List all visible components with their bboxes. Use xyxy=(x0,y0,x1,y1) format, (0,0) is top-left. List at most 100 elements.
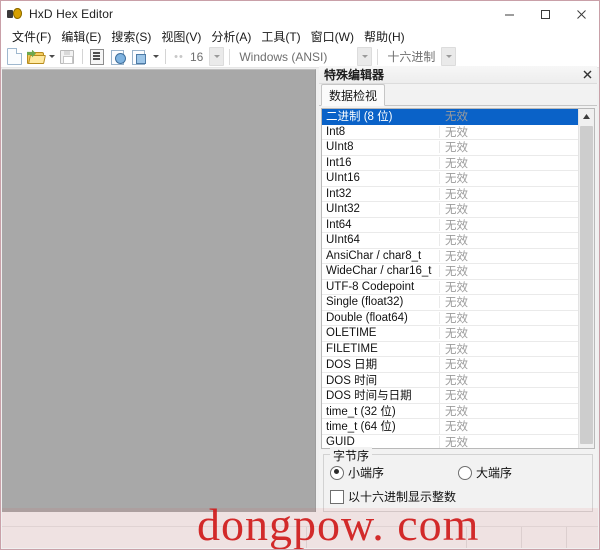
table-row[interactable]: Single (float32) 无效 xyxy=(322,295,578,311)
scrollbar-thumb[interactable] xyxy=(580,126,593,444)
inspector-value[interactable]: 无效 xyxy=(440,387,578,403)
inspector-value[interactable]: 无效 xyxy=(440,248,578,264)
minimize-button[interactable] xyxy=(491,1,527,27)
table-row[interactable]: UTF-8 Codepoint 无效 xyxy=(322,279,578,295)
bytes-per-row-dropdown-button[interactable] xyxy=(209,47,225,66)
offset-base-combo[interactable]: 十六进制 xyxy=(383,47,457,66)
table-row[interactable]: time_t (64 位) 无效 xyxy=(322,418,578,435)
open-file-button[interactable] xyxy=(25,47,46,67)
open-disk-button[interactable] xyxy=(108,47,128,67)
hex-view-button[interactable] xyxy=(87,47,107,67)
maximize-button[interactable] xyxy=(527,1,563,27)
offset-base-dropdown-button[interactable] xyxy=(441,47,457,66)
chevron-down-icon xyxy=(48,55,55,58)
menu-edit[interactable]: 编辑(E) xyxy=(56,27,106,47)
table-row[interactable]: WideChar / char16_t 无效 xyxy=(322,264,578,280)
menu-search[interactable]: 搜索(S) xyxy=(106,27,156,47)
menu-analysis[interactable]: 分析(A) xyxy=(206,27,256,47)
radio-big-endian[interactable]: 大端序 xyxy=(458,464,586,481)
data-inspector-list: 二进制 (8 位) 无效 Int8 无效 UInt8 无效 Int16 无效 UInt16 无效 I… xyxy=(321,108,595,449)
inspector-value[interactable]: 无效 xyxy=(440,155,578,171)
new-page-icon xyxy=(6,48,22,65)
inspector-value[interactable]: 无效 xyxy=(440,186,578,202)
status-cell-length xyxy=(467,527,522,548)
menu-window[interactable]: 窗口(W) xyxy=(306,27,359,47)
window-title: HxD Hex Editor xyxy=(29,7,114,21)
inspector-type-label: Single (float32) xyxy=(322,296,440,309)
table-row[interactable]: OLETIME 无效 xyxy=(322,326,578,342)
inspector-value[interactable]: 无效 xyxy=(440,356,578,372)
bytes-per-row-combo[interactable]: 16 xyxy=(186,47,208,66)
checkbox-hex-integers-label: 以十六进制显示整数 xyxy=(348,490,457,504)
table-row[interactable]: DOS 日期 无效 xyxy=(322,356,578,373)
inspector-type-label: FILETIME xyxy=(322,342,440,355)
toolbar-separator-3 xyxy=(229,48,231,65)
inspector-value[interactable]: 无效 xyxy=(440,263,578,279)
inspector-value[interactable]: 无效 xyxy=(440,341,578,357)
toolbar-separator-2 xyxy=(165,49,166,64)
inspector-value[interactable]: 无效 xyxy=(440,403,578,419)
table-row[interactable]: UInt32 无效 xyxy=(322,202,578,218)
data-inspector-scrollbar[interactable] xyxy=(578,109,594,448)
table-row[interactable]: DOS 时间 无效 xyxy=(322,371,578,388)
new-file-button[interactable] xyxy=(4,47,24,67)
data-bars-icon xyxy=(90,48,104,65)
spinner-dots-icon: •• xyxy=(174,50,184,63)
data-inspector-rows[interactable]: 二进制 (8 位) 无效 Int8 无效 UInt8 无效 Int16 无效 UInt16 无效 I… xyxy=(322,109,578,448)
table-row[interactable]: 二进制 (8 位) 无效 xyxy=(322,109,578,125)
radio-little-endian[interactable]: 小端序 xyxy=(330,464,458,481)
close-button[interactable] xyxy=(563,1,599,27)
table-row[interactable]: Int8 无效 xyxy=(322,124,578,140)
open-folder-icon xyxy=(27,49,46,64)
inspector-type-label: GUID xyxy=(322,435,440,448)
floppy-save-icon xyxy=(60,49,74,64)
toolbar-separator-1 xyxy=(82,49,83,64)
save-file-button[interactable] xyxy=(57,47,77,67)
scrollbar-track[interactable] xyxy=(579,124,594,444)
table-row[interactable]: UInt64 无效 xyxy=(322,233,578,249)
menu-tools[interactable]: 工具(T) xyxy=(256,27,305,47)
inspector-value[interactable]: 无效 xyxy=(440,418,578,434)
panel-close-button[interactable] xyxy=(579,67,595,82)
mdi-client-area[interactable] xyxy=(2,69,316,512)
inspector-value[interactable]: 无效 xyxy=(440,109,578,124)
inspector-value[interactable]: 无效 xyxy=(440,372,578,388)
inspector-value[interactable]: 无效 xyxy=(440,201,578,217)
inspector-value[interactable]: 无效 xyxy=(440,279,578,295)
table-row[interactable]: Int32 无效 xyxy=(322,186,578,202)
open-ram-button[interactable] xyxy=(129,47,149,67)
encoding-dropdown-button[interactable] xyxy=(357,47,373,66)
tab-data-inspector[interactable]: 数据检视 xyxy=(321,84,386,106)
inspector-value[interactable]: 无效 xyxy=(440,325,578,341)
encoding-combo[interactable]: Windows (ANSI) xyxy=(235,47,373,66)
table-row[interactable]: DOS 时间与日期 无效 xyxy=(322,387,578,404)
inspector-value[interactable]: 无效 xyxy=(440,232,578,248)
inspector-value[interactable]: 无效 xyxy=(440,170,578,186)
checkbox-hex-integers[interactable]: 以十六进制显示整数 xyxy=(330,488,586,505)
table-row[interactable]: UInt16 无效 xyxy=(322,171,578,187)
inspector-value[interactable]: 无效 xyxy=(440,124,578,140)
table-row[interactable]: Int16 无效 xyxy=(322,155,578,171)
table-row[interactable]: UInt8 无效 xyxy=(322,140,578,156)
menu-file[interactable]: 文件(F) xyxy=(7,27,56,47)
menu-view[interactable]: 视图(V) xyxy=(156,27,206,47)
chevron-down-icon xyxy=(213,55,220,58)
table-row[interactable]: AnsiChar / char8_t 无效 xyxy=(322,248,578,264)
inspector-value[interactable]: 无效 xyxy=(440,217,578,233)
scroll-up-button[interactable] xyxy=(579,109,594,124)
table-row[interactable]: FILETIME 无效 xyxy=(322,341,578,357)
chevron-down-icon xyxy=(152,55,159,58)
table-row[interactable]: Int64 无效 xyxy=(322,217,578,233)
inspector-value[interactable]: 无效 xyxy=(440,310,578,326)
radio-selected-icon xyxy=(330,465,344,480)
inspector-value[interactable]: 无效 xyxy=(440,434,578,448)
menu-help[interactable]: 帮助(H) xyxy=(359,27,410,47)
byte-order-group-label: 字节序 xyxy=(330,447,373,464)
open-ram-dropdown[interactable] xyxy=(150,47,161,67)
inspector-value[interactable]: 无效 xyxy=(440,294,578,310)
table-row[interactable]: Double (float64) 无效 xyxy=(322,310,578,326)
inspector-value[interactable]: 无效 xyxy=(440,139,578,155)
table-row[interactable]: time_t (32 位) 无效 xyxy=(322,402,578,419)
open-file-dropdown[interactable] xyxy=(46,47,57,67)
table-row[interactable]: GUID 无效 xyxy=(322,434,578,448)
